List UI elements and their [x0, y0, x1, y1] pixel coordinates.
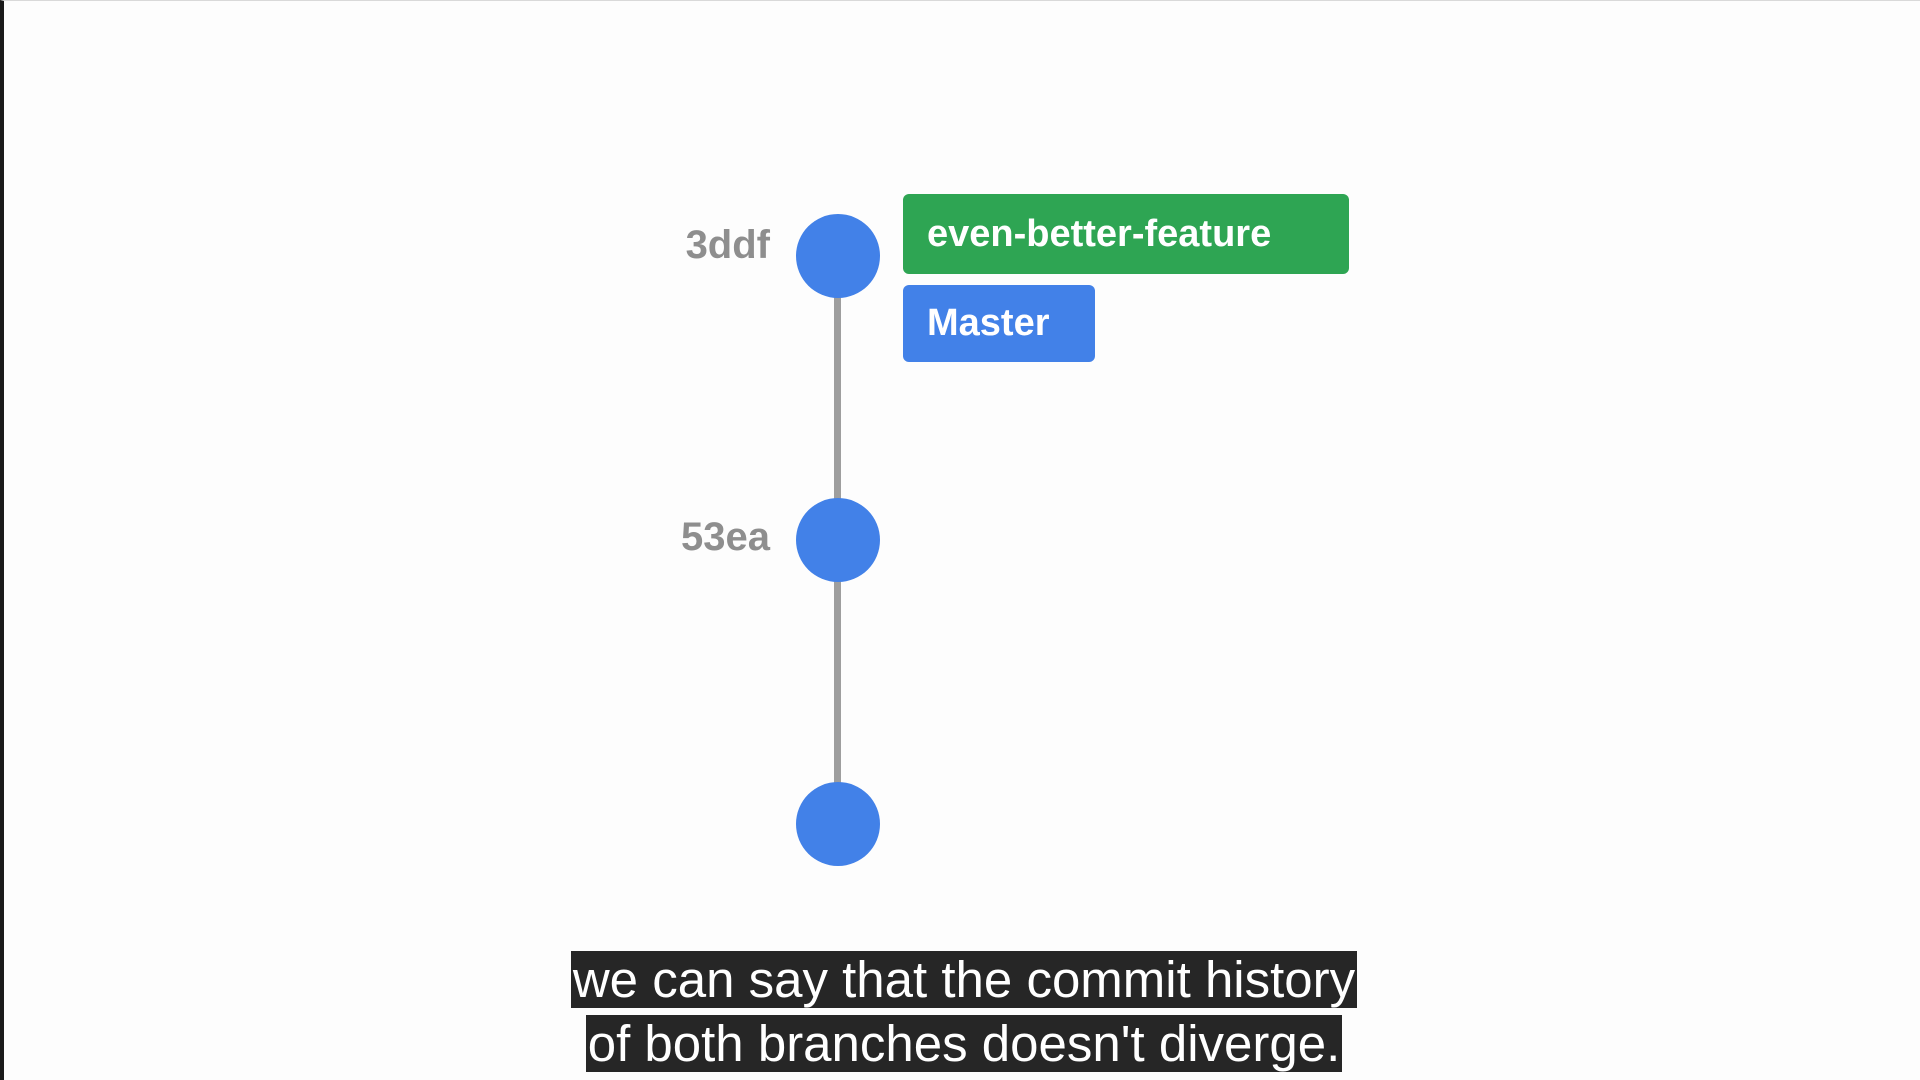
- commit-hash-label: 3ddf: [685, 223, 770, 267]
- branch-tag-even-better-feature: even-better-feature: [903, 194, 1349, 274]
- commit-node: [796, 498, 880, 582]
- subtitle-text: of both branches doesn't diverge.: [585, 1015, 1343, 1072]
- subtitle-line-1: we can say that the commit history: [4, 951, 1920, 1008]
- commit-edge-1: [834, 293, 841, 501]
- video-frame: 3ddf 53ea even-better-feature Master we …: [0, 0, 1920, 1080]
- commit-hash-label: 53ea: [681, 515, 770, 559]
- commit-edge-2: [834, 581, 841, 783]
- commit-node: [796, 782, 880, 866]
- commit-node: [796, 214, 880, 298]
- subtitle-text: we can say that the commit history: [570, 951, 1358, 1008]
- branch-tag-master: Master: [903, 285, 1095, 362]
- subtitle-line-2: of both branches doesn't diverge.: [4, 1015, 1920, 1072]
